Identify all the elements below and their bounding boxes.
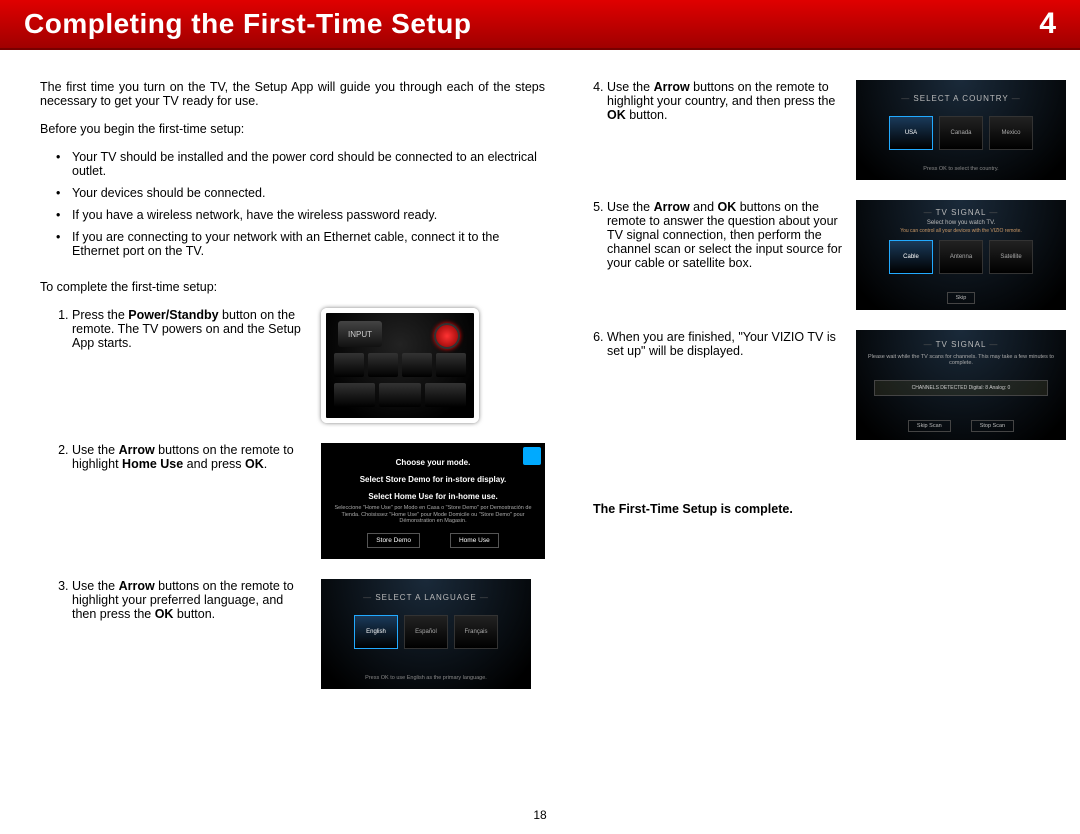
steps-list-right: Use the Arrow buttons on the remote to h… — [575, 80, 1066, 460]
screen-sub: Select how you watch TV. — [856, 220, 1066, 226]
page-header: Completing the First-Time Setup 4 — [0, 0, 1080, 50]
signal-option: Antenna — [939, 240, 983, 274]
screen-title: SELECT A COUNTRY — [856, 94, 1066, 103]
country-option: USA — [889, 116, 933, 150]
remote-input-button: INPUT — [338, 321, 382, 347]
step-bold: OK — [245, 457, 264, 471]
prep-list: Your TV should be installed and the powe… — [40, 150, 545, 266]
step-bold: Home Use — [122, 457, 183, 471]
screen-footer: Press OK to use English as the primary l… — [321, 675, 531, 681]
step-bold: Arrow — [119, 579, 155, 593]
step-bold: OK — [155, 607, 174, 621]
screen-footer: Press OK to select the country. — [856, 166, 1066, 172]
lang-option: Français — [454, 615, 498, 649]
skip-button: Skip — [947, 292, 976, 304]
figure-language: SELECT A LANGUAGE English Español França… — [321, 579, 531, 689]
step-text: When you are finished, "Your VIZIO TV is… — [607, 330, 842, 358]
step-6: When you are finished, "Your VIZIO TV is… — [607, 330, 1066, 440]
intro-text: The first time you turn on the TV, the S… — [40, 80, 545, 108]
figure-mode: Choose your mode. Select Store Demo for … — [321, 443, 545, 559]
signal-option: Satellite — [989, 240, 1033, 274]
power-icon — [434, 323, 460, 349]
step-text: button. — [626, 108, 668, 122]
prep-item: Your TV should be installed and the powe… — [72, 150, 545, 178]
prep-item: If you are connecting to your network wi… — [72, 230, 545, 258]
signal-option: Cable — [889, 240, 933, 274]
step-bold: OK — [718, 200, 737, 214]
step-text: Press the — [72, 308, 128, 322]
steps-list-left: Press the Power/Standby button on the re… — [40, 308, 545, 709]
step-bold: Power/Standby — [128, 308, 218, 322]
step-text: Use the — [72, 579, 119, 593]
figure-remote: INPUT — [321, 308, 479, 423]
skip-scan-button: Skip Scan — [908, 420, 951, 432]
step-text: . — [264, 457, 267, 471]
screen-sub2: You can control all your devices with th… — [856, 228, 1066, 234]
country-option: Canada — [939, 116, 983, 150]
step-bold: OK — [607, 108, 626, 122]
store-demo-button: Store Demo — [367, 533, 420, 548]
page-number: 18 — [0, 808, 1080, 822]
right-column: Use the Arrow buttons on the remote to h… — [575, 80, 1066, 709]
page-title: Completing the First-Time Setup — [24, 8, 471, 40]
page-content: The first time you turn on the TV, the S… — [0, 50, 1080, 709]
step-bold: Arrow — [654, 80, 690, 94]
step-5: Use the Arrow and OK buttons on the remo… — [607, 200, 1066, 310]
prep-item: Your devices should be connected. — [72, 186, 545, 200]
figure-country: SELECT A COUNTRY USA Canada Mexico Press… — [856, 80, 1066, 180]
mode-title: Choose your mode. — [328, 458, 538, 467]
step-1: Press the Power/Standby button on the re… — [72, 308, 545, 423]
mode-line: Select Store Demo for in-store display. — [328, 475, 538, 484]
step-text: and — [690, 200, 718, 214]
home-use-button: Home Use — [450, 533, 499, 548]
step-2: Use the Arrow buttons on the remote to h… — [72, 443, 545, 559]
step-3: Use the Arrow buttons on the remote to h… — [72, 579, 545, 689]
to-complete-label: To complete the first-time setup: — [40, 280, 545, 294]
mode-line: Select Home Use for in-home use. — [328, 492, 538, 501]
screen-sub: Please wait while the TV scans for chann… — [868, 354, 1054, 366]
lang-option: English — [354, 615, 398, 649]
stop-scan-button: Stop Scan — [971, 420, 1014, 432]
screen-title: SELECT A LANGUAGE — [321, 593, 531, 602]
energy-star-icon — [523, 447, 541, 465]
step-text: Use the — [72, 443, 119, 457]
step-text: button. — [173, 607, 215, 621]
lang-option: Español — [404, 615, 448, 649]
screen-title: TV SIGNAL — [856, 208, 1066, 217]
mode-sub: Seleccione "Home Use" por Modo en Casa o… — [328, 505, 538, 525]
figure-tv-signal: TV SIGNAL Select how you watch TV. You c… — [856, 200, 1066, 310]
scan-bar: CHANNELS DETECTED Digital: 8 Analog: 0 — [874, 380, 1048, 396]
completion-message: The First-Time Setup is complete. — [593, 502, 1066, 516]
step-4: Use the Arrow buttons on the remote to h… — [607, 80, 1066, 180]
step-text: and press — [183, 457, 245, 471]
left-column: The first time you turn on the TV, the S… — [40, 80, 545, 709]
figure-setup-complete: TV SIGNAL Please wait while the TV scans… — [856, 330, 1066, 440]
chapter-number: 4 — [1039, 7, 1056, 41]
step-text: Use the — [607, 80, 654, 94]
step-bold: Arrow — [119, 443, 155, 457]
before-label: Before you begin the first-time setup: — [40, 122, 545, 136]
step-text: Use the — [607, 200, 654, 214]
prep-item: If you have a wireless network, have the… — [72, 208, 545, 222]
step-bold: Arrow — [654, 200, 690, 214]
country-option: Mexico — [989, 116, 1033, 150]
screen-title: TV SIGNAL — [856, 340, 1066, 349]
